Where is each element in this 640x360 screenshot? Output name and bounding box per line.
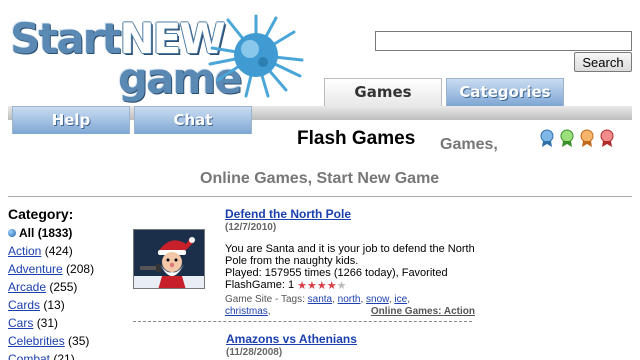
category-item-action: Action (424) bbox=[8, 242, 128, 260]
award-green-icon[interactable] bbox=[558, 128, 576, 148]
santa-thumbnail-image bbox=[134, 230, 204, 288]
award-red-icon[interactable] bbox=[598, 128, 616, 148]
category-item-all[interactable]: All (1833) bbox=[8, 224, 128, 242]
game-separator bbox=[133, 321, 472, 322]
page-title: Flash Games bbox=[297, 128, 416, 149]
tag-link-snow[interactable]: snow bbox=[366, 294, 389, 305]
category-item-cars: Cars (31) bbox=[8, 314, 128, 332]
category-item-combat: Combat (21) bbox=[8, 350, 128, 360]
star-filled-icon: ★ bbox=[306, 280, 317, 292]
category-link-arcade[interactable]: Arcade bbox=[8, 280, 46, 294]
category-count: (255) bbox=[49, 280, 78, 294]
logo-start: Start bbox=[10, 14, 121, 63]
category-sidebar: Category: All (1833) Action (424) Advent… bbox=[8, 206, 128, 360]
award-blue-icon[interactable] bbox=[538, 128, 556, 148]
tab-games[interactable]: Games bbox=[324, 78, 442, 106]
category-link-action[interactable]: Action bbox=[8, 244, 41, 258]
tab-help[interactable]: Help bbox=[12, 106, 130, 134]
tab-categories[interactable]: Categories bbox=[446, 78, 564, 106]
category-link-adventure[interactable]: Adventure bbox=[8, 262, 63, 276]
rating-stars: ★★★★★ bbox=[297, 280, 346, 292]
category-count: (31) bbox=[36, 316, 59, 330]
category-heading: Category: bbox=[8, 206, 74, 222]
game-date: (12/7/2010) bbox=[225, 222, 277, 233]
category-count: (424) bbox=[44, 244, 73, 258]
bullet-icon bbox=[8, 229, 16, 237]
award-icons bbox=[538, 128, 616, 148]
category-count: (21) bbox=[53, 352, 75, 360]
tag-link-christmas[interactable]: christmas bbox=[225, 306, 268, 317]
game-tags: Game Site - Tags: santa, north, snow, ic… bbox=[225, 294, 475, 318]
header-divider bbox=[8, 196, 632, 197]
site-logo[interactable]: StartNEW game bbox=[10, 12, 305, 103]
tags-prefix: Game Site - Tags: bbox=[225, 294, 305, 305]
tab-chat[interactable]: Chat bbox=[134, 106, 252, 134]
tag-link-north[interactable]: north bbox=[338, 294, 361, 305]
game-description: You are Santa and it is your job to defe… bbox=[225, 243, 475, 267]
star-filled-icon: ★ bbox=[316, 280, 327, 292]
game-date: (11/28/2008) bbox=[226, 347, 283, 358]
spiky-ball-icon bbox=[208, 14, 304, 98]
award-orange-icon[interactable] bbox=[578, 128, 596, 148]
category-link-cars[interactable]: Cars bbox=[8, 316, 33, 330]
tag-link-ice[interactable]: ice bbox=[394, 294, 407, 305]
game-entry: Amazons vs Athenians (11/28/2008) bbox=[226, 332, 476, 358]
category-list: All (1833) Action (424) Adventure (208) … bbox=[8, 224, 128, 360]
star-filled-icon: ★ bbox=[326, 280, 337, 292]
category-count: (1833) bbox=[37, 226, 73, 240]
star-empty-icon: ★ bbox=[336, 280, 347, 292]
category-item-cards: Cards (13) bbox=[8, 296, 128, 314]
category-item-celebrities: Celebrities (35) bbox=[8, 332, 128, 350]
category-item-adventure: Adventure (208) bbox=[8, 260, 128, 278]
category-link-cards[interactable]: Cards bbox=[8, 298, 40, 312]
category-link-combat[interactable]: Combat bbox=[8, 352, 50, 360]
game-entry: Defend the North Pole (12/7/2010) You ar… bbox=[225, 207, 475, 318]
game-thumbnail-santa[interactable] bbox=[133, 229, 205, 289]
category-count: (208) bbox=[66, 262, 95, 276]
category-label: All bbox=[19, 226, 35, 240]
search-button[interactable]: Search bbox=[574, 52, 632, 72]
category-count: (13) bbox=[43, 298, 65, 312]
subtitle-games: Games, bbox=[440, 136, 498, 153]
tag-link-santa[interactable]: santa bbox=[308, 294, 332, 305]
category-link-celebrities[interactable]: Celebrities bbox=[8, 334, 65, 348]
star-filled-icon: ★ bbox=[297, 280, 307, 292]
game-category-link[interactable]: Online Games: Action bbox=[371, 306, 475, 318]
subtitle-online-games: Online Games, Start New Game bbox=[200, 170, 440, 187]
game-stats: Played: 157955 times (1266 today), Favor… bbox=[225, 267, 475, 292]
game-title-link[interactable]: Defend the North Pole bbox=[225, 207, 475, 221]
category-item-arcade: Arcade (255) bbox=[8, 278, 128, 296]
search-input[interactable] bbox=[375, 31, 632, 51]
game-title-link[interactable]: Amazons vs Athenians bbox=[226, 332, 476, 346]
category-count: (35) bbox=[68, 334, 90, 348]
